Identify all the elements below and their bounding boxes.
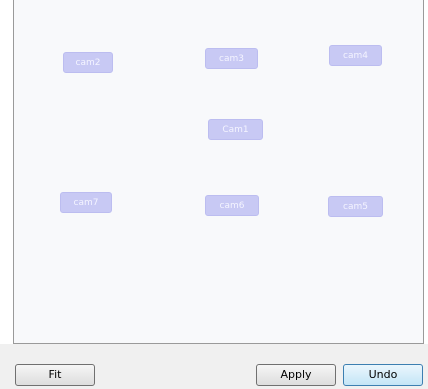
- fit-button[interactable]: Fit: [15, 364, 95, 386]
- apply-button[interactable]: Apply: [256, 364, 336, 386]
- camera-node-cam3[interactable]: cam3: [205, 48, 258, 69]
- camera-node-cam2[interactable]: cam2: [63, 52, 113, 73]
- button-bar: Fit Apply Undo: [0, 344, 428, 389]
- camera-layout-editor: cam2 cam3 cam4 Cam1 cam7 cam6 cam5 Fit A…: [0, 0, 428, 389]
- camera-node-cam5[interactable]: cam5: [328, 196, 383, 217]
- camera-node-cam6[interactable]: cam6: [205, 195, 259, 216]
- undo-button[interactable]: Undo: [343, 364, 423, 386]
- camera-node-cam1[interactable]: Cam1: [208, 119, 263, 140]
- layout-canvas[interactable]: cam2 cam3 cam4 Cam1 cam7 cam6 cam5: [13, 0, 424, 344]
- camera-node-cam4[interactable]: cam4: [329, 45, 382, 66]
- camera-node-cam7[interactable]: cam7: [60, 192, 112, 213]
